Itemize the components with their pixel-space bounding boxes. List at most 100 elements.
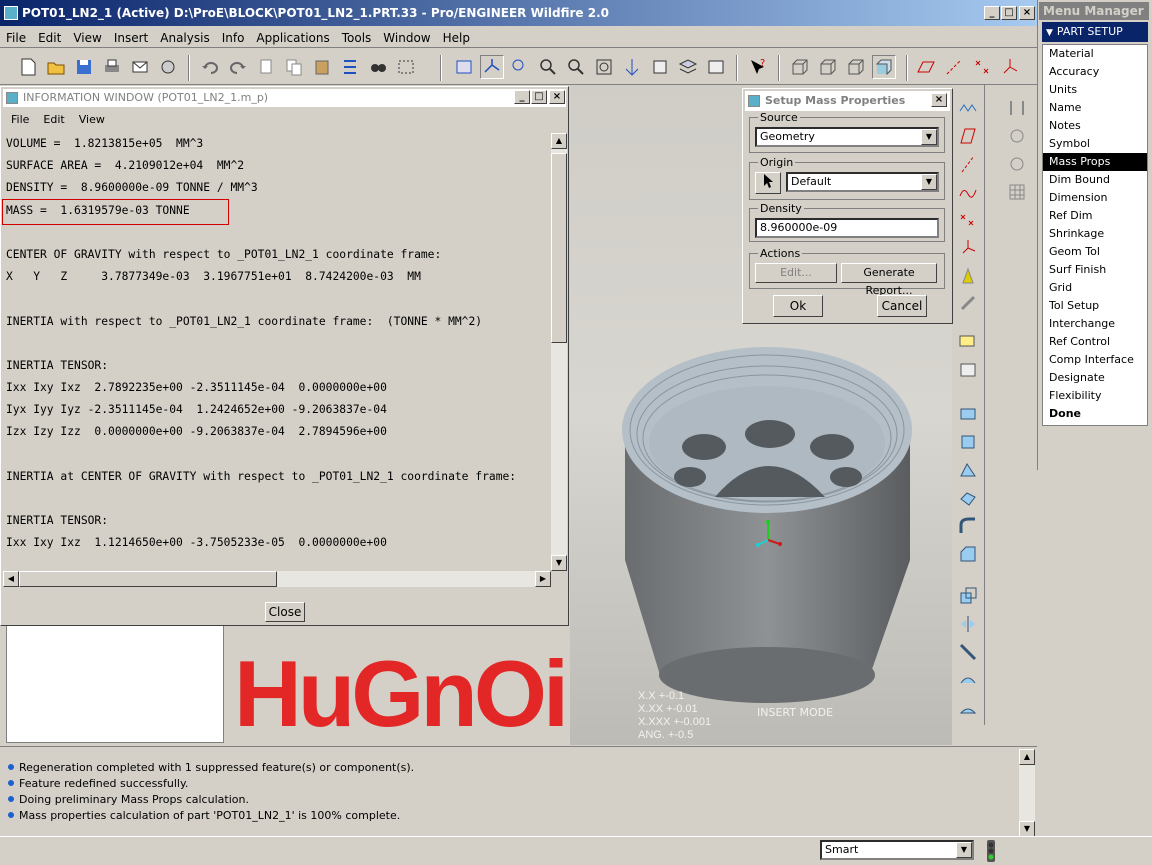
cancel-button[interactable]: Cancel bbox=[877, 295, 927, 317]
menu-manager-item-units[interactable]: Units bbox=[1043, 81, 1147, 99]
find-icon[interactable] bbox=[366, 55, 390, 79]
info-menu-file[interactable]: File bbox=[3, 109, 35, 126]
axis-icon[interactable] bbox=[957, 153, 981, 177]
hidden-line-icon[interactable] bbox=[816, 55, 840, 79]
density-input[interactable]: 8.960000e-09 bbox=[755, 218, 939, 238]
layers-icon[interactable] bbox=[676, 55, 700, 79]
rib-icon[interactable] bbox=[1006, 153, 1030, 177]
regenerate-icon[interactable] bbox=[338, 55, 362, 79]
print-icon[interactable] bbox=[100, 55, 124, 79]
open-folder-icon[interactable] bbox=[44, 55, 68, 79]
point-display-icon[interactable] bbox=[970, 55, 994, 79]
view-manager-icon[interactable] bbox=[704, 55, 728, 79]
info-menu-view[interactable]: View bbox=[71, 109, 111, 126]
menu-applications[interactable]: Applications bbox=[250, 26, 335, 45]
menu-manager-item-comp-interface[interactable]: Comp Interface bbox=[1043, 351, 1147, 369]
source-select[interactable]: Geometry ▼ bbox=[755, 127, 939, 147]
sketch-icon[interactable] bbox=[957, 97, 981, 121]
datum-axes-icon[interactable] bbox=[480, 55, 504, 79]
info-menu-edit[interactable]: Edit bbox=[35, 109, 70, 126]
datum-planes-icon[interactable] bbox=[452, 55, 476, 79]
info-vertical-scrollbar[interactable]: ▲ ▼ bbox=[551, 133, 567, 571]
menu-manager-item-tol-setup[interactable]: Tol Setup bbox=[1043, 297, 1147, 315]
model-tree-panel[interactable] bbox=[6, 625, 224, 743]
chamfer-icon[interactable] bbox=[957, 543, 981, 567]
menu-file[interactable]: File bbox=[0, 26, 32, 45]
analysis-feature-icon[interactable] bbox=[957, 265, 981, 289]
menu-tools[interactable]: Tools bbox=[336, 26, 378, 45]
menu-manager-item-dimension[interactable]: Dimension bbox=[1043, 189, 1147, 207]
menu-manager-item-surf-finish[interactable]: Surf Finish bbox=[1043, 261, 1147, 279]
grid-icon[interactable] bbox=[1006, 181, 1030, 205]
save-icon[interactable] bbox=[72, 55, 96, 79]
axis-display-icon[interactable] bbox=[942, 55, 966, 79]
copy-icon[interactable] bbox=[282, 55, 306, 79]
paste-icon[interactable] bbox=[310, 55, 334, 79]
saved-views-icon[interactable] bbox=[648, 55, 672, 79]
menu-manager-item-interchange[interactable]: Interchange bbox=[1043, 315, 1147, 333]
info-horizontal-scrollbar[interactable]: ◀ ▶ bbox=[3, 571, 551, 587]
redo-icon[interactable] bbox=[226, 55, 250, 79]
menu-insert[interactable]: Insert bbox=[108, 26, 154, 45]
blend-icon[interactable] bbox=[957, 487, 981, 511]
scroll-down-icon[interactable]: ▼ bbox=[1019, 821, 1035, 837]
sweep-icon[interactable] bbox=[957, 459, 981, 483]
menu-window[interactable]: Window bbox=[377, 26, 436, 45]
origin-select[interactable]: Default ▼ bbox=[786, 172, 939, 192]
scroll-down-icon[interactable]: ▼ bbox=[551, 555, 567, 571]
shading-icon[interactable] bbox=[872, 55, 896, 79]
menu-info[interactable]: Info bbox=[216, 26, 251, 45]
menu-view[interactable]: View bbox=[67, 26, 107, 45]
chevron-down-icon[interactable]: ▼ bbox=[921, 129, 937, 145]
menu-edit[interactable]: Edit bbox=[32, 26, 67, 45]
scroll-up-icon[interactable]: ▲ bbox=[1019, 749, 1035, 765]
shell-icon[interactable] bbox=[957, 359, 981, 383]
info-maximize-button[interactable]: □ bbox=[531, 90, 547, 104]
round-icon[interactable] bbox=[957, 515, 981, 539]
message-scrollbar[interactable]: ▲ ▼ bbox=[1019, 749, 1035, 837]
menu-manager-item-symbol[interactable]: Symbol bbox=[1043, 135, 1147, 153]
chevron-down-icon[interactable]: ▼ bbox=[921, 174, 937, 190]
extrude-icon[interactable] bbox=[957, 403, 981, 427]
plane-icon[interactable] bbox=[957, 125, 981, 149]
menu-manager-item-accuracy[interactable]: Accuracy bbox=[1043, 63, 1147, 81]
trim-icon[interactable] bbox=[957, 669, 981, 693]
menu-manager-item-dim-bound[interactable]: Dim Bound bbox=[1043, 171, 1147, 189]
new-file-icon[interactable] bbox=[16, 55, 40, 79]
datum-point-icon[interactable] bbox=[957, 209, 981, 233]
pattern-icon[interactable] bbox=[1006, 97, 1030, 121]
curve-icon[interactable] bbox=[957, 181, 981, 205]
hscroll-thumb[interactable] bbox=[19, 571, 277, 587]
close-button[interactable]: Close bbox=[265, 602, 305, 622]
plane-display-icon[interactable] bbox=[914, 55, 938, 79]
wireframe-icon[interactable] bbox=[788, 55, 812, 79]
menu-help[interactable]: Help bbox=[437, 26, 476, 45]
ok-button[interactable]: Ok bbox=[773, 295, 823, 317]
menu-manager-item-material[interactable]: Material bbox=[1043, 45, 1147, 63]
selection-box-icon[interactable] bbox=[394, 55, 418, 79]
menu-manager-item-shrinkage[interactable]: Shrinkage bbox=[1043, 225, 1147, 243]
info-minimize-button[interactable]: _ bbox=[514, 90, 530, 104]
menu-manager-item-name[interactable]: Name bbox=[1043, 99, 1147, 117]
menu-manager-item-ref-dim[interactable]: Ref Dim bbox=[1043, 207, 1147, 225]
menu-manager-item-geom-tol[interactable]: Geom Tol bbox=[1043, 243, 1147, 261]
copy-feature-icon[interactable] bbox=[957, 585, 981, 609]
info-close-x-button[interactable]: × bbox=[549, 90, 565, 104]
undo-icon[interactable] bbox=[198, 55, 222, 79]
send-mail-icon[interactable] bbox=[128, 55, 152, 79]
scroll-right-icon[interactable]: ▶ bbox=[535, 571, 551, 587]
context-help-icon[interactable]: ? bbox=[746, 55, 770, 79]
send-link-icon[interactable] bbox=[156, 55, 180, 79]
zoom-out-icon[interactable] bbox=[564, 55, 588, 79]
menu-analysis[interactable]: Analysis bbox=[154, 26, 215, 45]
part-setup-header[interactable]: ▼ PART SETUP bbox=[1042, 22, 1148, 42]
coordinate-system-icon[interactable] bbox=[957, 237, 981, 261]
csys-display-icon[interactable] bbox=[998, 55, 1022, 79]
menu-manager-item-grid[interactable]: Grid bbox=[1043, 279, 1147, 297]
select-origin-arrow-icon[interactable] bbox=[755, 172, 781, 194]
menu-manager-item-mass-props[interactable]: Mass Props bbox=[1043, 153, 1147, 171]
menu-manager-item-ref-control[interactable]: Ref Control bbox=[1043, 333, 1147, 351]
hole-icon[interactable] bbox=[957, 331, 981, 355]
selection-filter-select[interactable]: Smart ▼ bbox=[820, 840, 974, 860]
no-hidden-icon[interactable] bbox=[844, 55, 868, 79]
